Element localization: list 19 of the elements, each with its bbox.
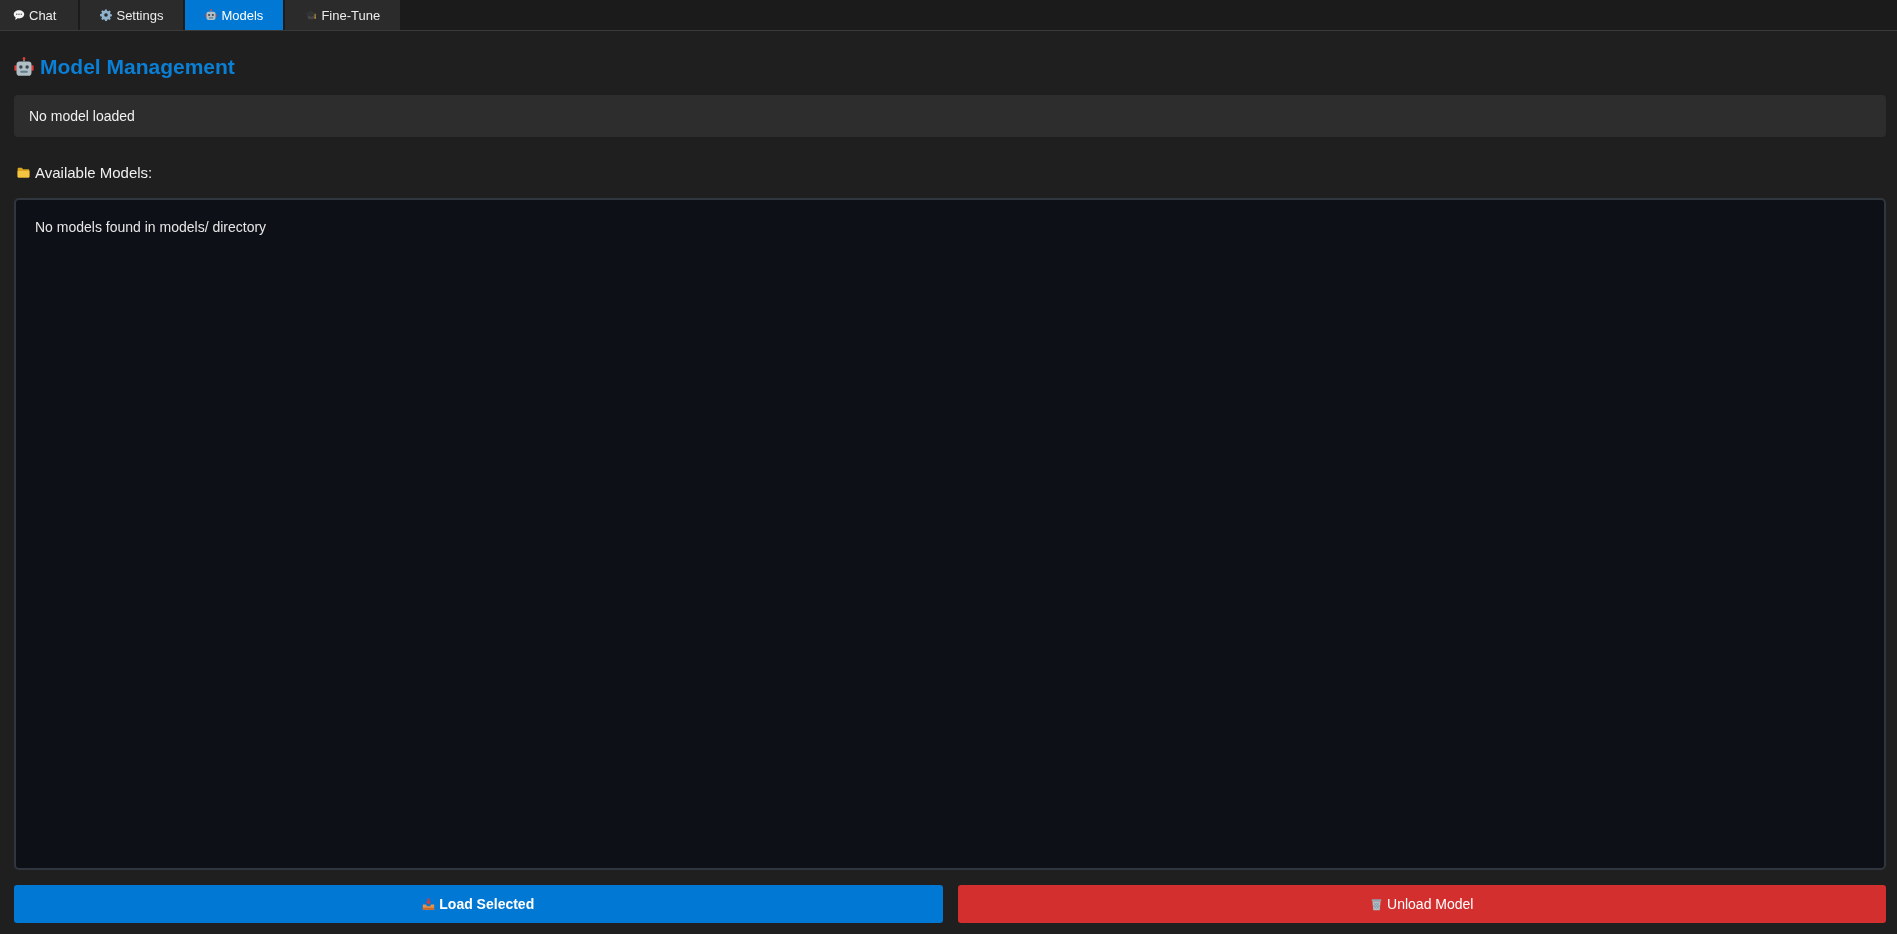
tab[interactable]: Chat: [0, 0, 79, 30]
speech-bubble-icon: [13, 9, 25, 21]
tab[interactable]: Fine-Tune: [285, 0, 401, 30]
section-label: Available Models:: [35, 163, 153, 181]
inbox-tray-icon: [422, 897, 436, 911]
gear-icon: [100, 9, 113, 21]
robot-icon: [205, 9, 218, 21]
tab[interactable]: Models: [185, 0, 284, 30]
page-title: Model Management: [40, 54, 235, 80]
model-list[interactable]: No models found in models/ directory: [14, 198, 1886, 870]
wastebasket-icon: [1370, 897, 1384, 911]
folder-icon: [17, 166, 30, 178]
tab[interactable]: Settings: [80, 0, 184, 30]
status-text: No model loaded: [29, 108, 135, 124]
load-button[interactable]: Load Selected: [14, 885, 943, 923]
robot-icon: [14, 57, 34, 77]
unload-button[interactable]: Unload Model: [957, 885, 1886, 923]
graduation-cap-icon: [305, 9, 318, 21]
empty-message: No models found in models/ directory: [35, 219, 267, 235]
